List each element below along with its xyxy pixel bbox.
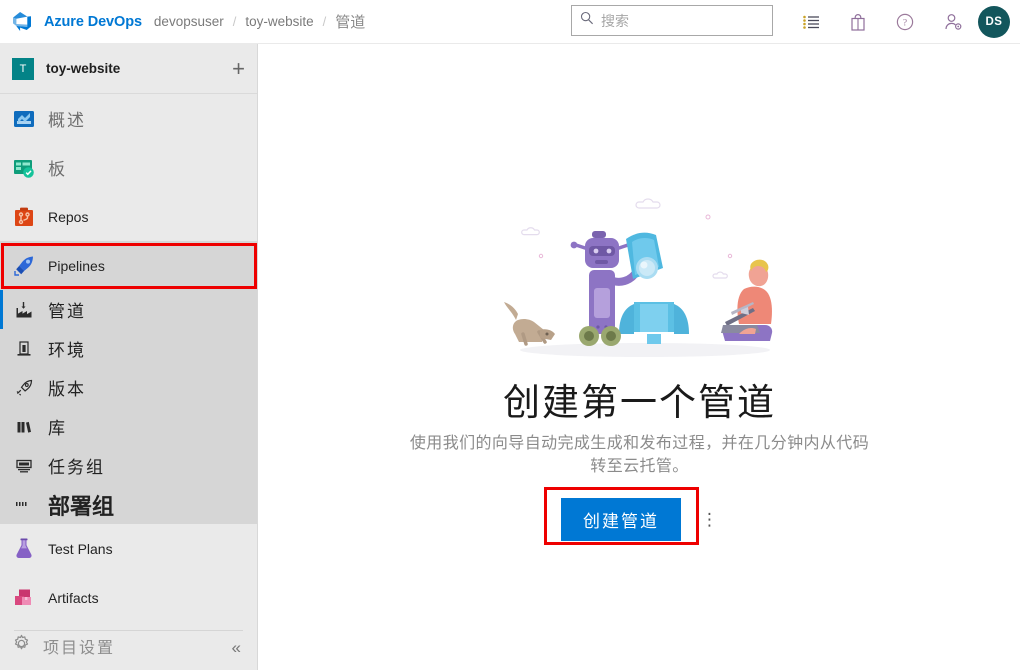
user-avatar[interactable]: DS (978, 6, 1010, 38)
task-groups-icon (10, 452, 38, 480)
sidebar-item-overview[interactable]: 概述 (0, 94, 257, 143)
sidebar-item-label: 板 (48, 160, 67, 179)
search-input[interactable] (601, 12, 751, 29)
pipelines-subnav: 管道 环境 版本 库 任务组 部署组 (0, 290, 257, 524)
subnav-item-pipelines[interactable]: 管道 (0, 290, 257, 329)
app-root: Azure DevOps devopsuser / toy-website / … (0, 0, 1020, 670)
more-actions-icon[interactable]: ⋮ (701, 511, 718, 528)
project-settings-label: 项目设置 (43, 640, 116, 657)
subnav-item-deployment-groups[interactable]: 部署组 (0, 485, 257, 524)
subnav-item-environments[interactable]: 环境 (0, 329, 257, 368)
backlog-list-icon[interactable] (798, 9, 824, 35)
brand-title[interactable]: Azure DevOps (44, 14, 142, 30)
sidebar-item-label: Repos (48, 208, 89, 225)
library-books-icon (10, 413, 38, 441)
sidebar-item-artifacts[interactable]: Artifacts (0, 573, 257, 622)
add-project-icon[interactable]: + (232, 57, 245, 80)
artifacts-boxes-icon (10, 584, 38, 612)
overview-icon (10, 105, 38, 133)
subnav-item-library[interactable]: 库 (0, 407, 257, 446)
pipelines-icon (10, 252, 38, 280)
project-name: toy-website (46, 61, 121, 76)
robot-rocket-illustration (503, 198, 772, 357)
search-box[interactable] (571, 5, 773, 36)
sidebar: T toy-website + 概述 板 Repos Pipelines 管道 … (0, 44, 258, 670)
breadcrumb-organization[interactable]: devopsuser (154, 14, 224, 29)
marketplace-bag-icon[interactable] (845, 9, 871, 35)
boards-icon (10, 154, 38, 182)
sidebar-item-pipelines[interactable]: Pipelines (0, 241, 257, 290)
sidebar-item-label: 概述 (48, 111, 86, 130)
sidebar-item-project-settings[interactable]: 项目设置 (0, 622, 257, 670)
subnav-item-label: 版本 (48, 380, 86, 399)
breadcrumb-project[interactable]: toy-website (245, 14, 313, 29)
help-question-icon[interactable]: ? (892, 9, 918, 35)
azure-devops-logo-icon[interactable] (0, 11, 44, 32)
project-header[interactable]: T toy-website + (0, 44, 257, 94)
subnav-item-label: 部署组 (48, 493, 115, 519)
breadcrumb-section[interactable]: 管道 (335, 11, 365, 32)
action-row: 创建管道 ⋮ (544, 487, 718, 546)
subnav-item-label: 库 (48, 419, 67, 438)
project-avatar: T (12, 57, 34, 80)
pipelines-factory-icon (10, 296, 38, 324)
search-icon (580, 11, 594, 30)
top-navigation-bar: Azure DevOps devopsuser / toy-website / … (0, 0, 1020, 44)
breadcrumb-separator: / (322, 14, 327, 29)
subnav-item-label: 任务组 (48, 458, 105, 477)
environments-icon (10, 335, 38, 363)
subnav-item-label: 管道 (48, 302, 86, 321)
subnav-item-label: 环境 (48, 341, 86, 360)
gear-icon (12, 634, 31, 658)
subnav-item-releases[interactable]: 版本 (0, 368, 257, 407)
repos-icon (10, 203, 38, 231)
sidebar-item-repos[interactable]: Repos (0, 192, 257, 241)
sidebar-item-label: Artifacts (48, 589, 99, 606)
sidebar-item-label: Pipelines (48, 257, 105, 274)
page-title: 创建第一个管道 (503, 382, 776, 423)
sidebar-item-label: Test Plans (48, 540, 113, 557)
sidebar-item-test-plans[interactable]: Test Plans (0, 524, 257, 573)
main-content: 创建第一个管道 使用我们的向导自动完成生成和发布过程，并在几分钟内从代码转至云托… (259, 44, 1020, 670)
create-pipeline-button[interactable]: 创建管道 (561, 498, 681, 542)
test-plans-flask-icon (10, 535, 38, 563)
deployment-groups-icon (10, 491, 38, 519)
user-settings-icon[interactable] (940, 9, 966, 35)
svg-text:?: ? (903, 19, 907, 29)
page-description: 使用我们的向导自动完成生成和发布过程，并在几分钟内从代码转至云托管。 (409, 435, 870, 475)
releases-rocket-icon (10, 374, 38, 402)
collapse-sidebar-icon[interactable]: « (232, 639, 241, 656)
sidebar-item-boards[interactable]: 板 (0, 143, 257, 192)
breadcrumb-separator: / (232, 14, 237, 29)
subnav-item-task-groups[interactable]: 任务组 (0, 446, 257, 485)
